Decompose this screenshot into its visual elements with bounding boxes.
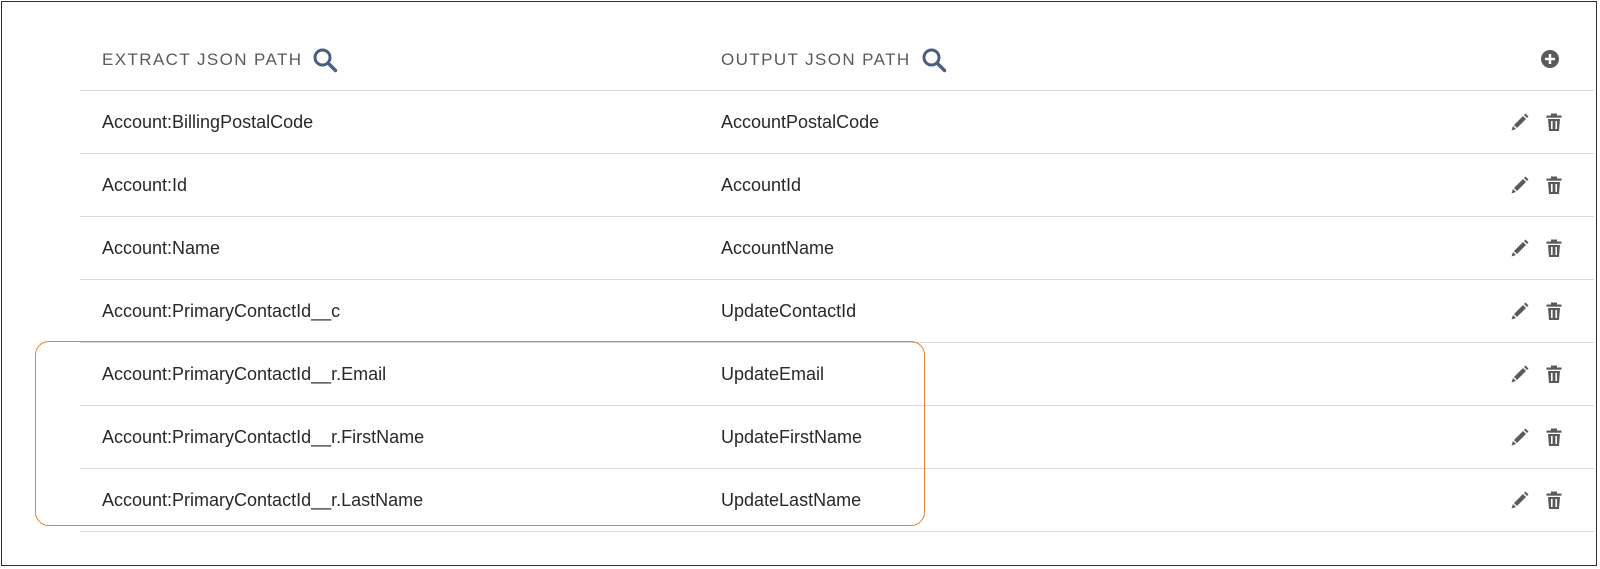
output-path-cell: UpdateFirstName [721, 426, 863, 447]
output-json-path-label: OUTPUT JSON PATH [721, 49, 911, 69]
row-actions [1510, 217, 1564, 279]
extract-json-path-label: EXTRACT JSON PATH [102, 49, 303, 69]
row-actions [1510, 280, 1564, 342]
search-icon[interactable] [312, 47, 338, 73]
row-actions [1510, 343, 1564, 405]
output-json-path-header: OUTPUT JSON PATH [721, 29, 947, 90]
table-body: Account:BillingPostalCode AccountPostalC… [80, 91, 1594, 532]
output-path-cell: UpdateEmail [721, 363, 825, 384]
trash-icon[interactable] [1544, 364, 1564, 384]
output-path-cell: UpdateLastName [721, 489, 862, 510]
pencil-icon[interactable] [1510, 175, 1530, 195]
table-row: Account:BillingPostalCode AccountPostalC… [80, 91, 1594, 154]
search-icon[interactable] [921, 47, 947, 73]
table-row: Account:Name AccountName [80, 217, 1594, 280]
extract-path-cell: Account:Name [102, 237, 221, 258]
table-row: Account:PrimaryContactId__r.Email Update… [80, 343, 1594, 406]
output-path-cell: AccountId [721, 174, 802, 195]
extract-path-cell: Account:PrimaryContactId__r.Email [102, 363, 387, 384]
row-actions [1510, 154, 1564, 216]
extract-path-cell: Account:PrimaryContactId__r.LastName [102, 489, 424, 510]
trash-icon[interactable] [1544, 490, 1564, 510]
trash-icon[interactable] [1544, 112, 1564, 132]
mapping-table: EXTRACT JSON PATH OUTPUT JSON PATH Accou… [80, 29, 1594, 532]
pencil-icon[interactable] [1510, 490, 1530, 510]
add-circle-icon[interactable] [1540, 49, 1560, 69]
table-row: Account:PrimaryContactId__r.FirstName Up… [80, 406, 1594, 469]
pencil-icon[interactable] [1510, 238, 1530, 258]
extract-path-cell: Account:Id [102, 174, 188, 195]
pencil-icon[interactable] [1510, 364, 1530, 384]
pencil-icon[interactable] [1510, 301, 1530, 321]
trash-icon[interactable] [1544, 427, 1564, 447]
row-actions [1510, 469, 1564, 531]
mapping-panel: EXTRACT JSON PATH OUTPUT JSON PATH Accou… [1, 1, 1597, 566]
pencil-icon[interactable] [1510, 427, 1530, 447]
extract-path-cell: Account:PrimaryContactId__r.FirstName [102, 426, 425, 447]
extract-path-cell: Account:PrimaryContactId__c [102, 300, 341, 321]
pencil-icon[interactable] [1510, 112, 1530, 132]
table-row: Account:Id AccountId [80, 154, 1594, 217]
trash-icon[interactable] [1544, 238, 1564, 258]
extract-path-cell: Account:BillingPostalCode [102, 111, 314, 132]
trash-icon[interactable] [1544, 301, 1564, 321]
output-path-cell: AccountName [721, 237, 835, 258]
table-row: Account:PrimaryContactId__c UpdateContac… [80, 280, 1594, 343]
row-actions [1510, 91, 1564, 153]
row-actions [1510, 406, 1564, 468]
table-header: EXTRACT JSON PATH OUTPUT JSON PATH [80, 29, 1594, 91]
trash-icon[interactable] [1544, 175, 1564, 195]
output-path-cell: AccountPostalCode [721, 111, 880, 132]
extract-json-path-header: EXTRACT JSON PATH [102, 29, 338, 90]
table-row: Account:PrimaryContactId__r.LastName Upd… [80, 469, 1594, 532]
output-path-cell: UpdateContactId [721, 300, 857, 321]
